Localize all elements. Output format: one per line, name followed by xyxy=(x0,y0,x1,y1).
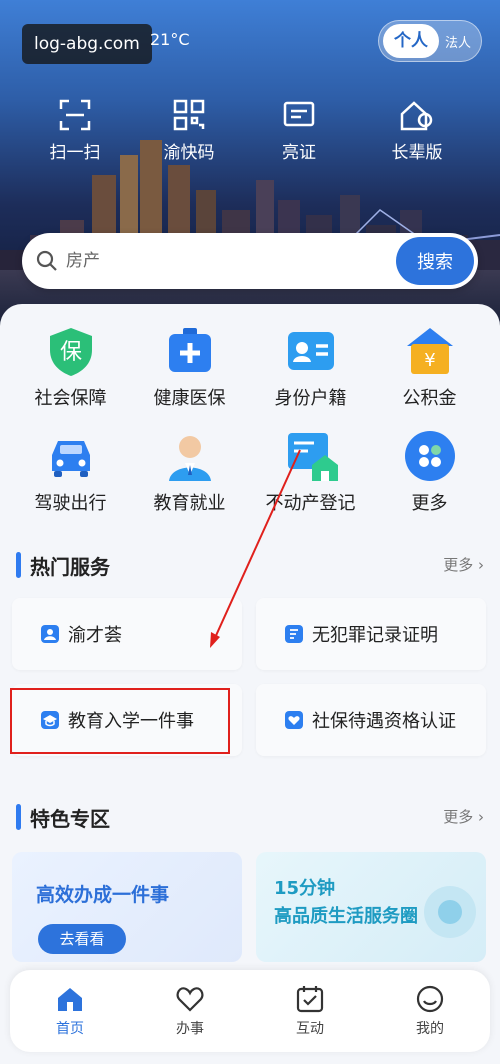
medical-insurance-icon xyxy=(168,328,211,372)
nav-home[interactable]: 首页 xyxy=(20,984,120,1038)
svg-text:保: 保 xyxy=(59,340,81,365)
qr-code-icon xyxy=(173,99,205,131)
weather-text: 21°C xyxy=(150,30,190,49)
service-medical[interactable]: 健康医保 xyxy=(127,324,252,410)
quick-action-certificate[interactable]: 亮证 xyxy=(244,98,354,163)
chevron-right-icon: › xyxy=(478,808,484,826)
featured-more-link[interactable]: 更多 › xyxy=(443,806,484,827)
search-icon xyxy=(36,250,57,271)
services-grid: 保 社会保障 健康医保 身份户籍 ¥ 公积金 驾驶出行 教育就业 不动产登记 更… xyxy=(0,324,500,534)
service-id-card[interactable]: 身份户籍 xyxy=(248,324,373,410)
service-education[interactable]: 教育就业 xyxy=(127,429,252,515)
service-label: 身份户籍 xyxy=(274,388,347,409)
more-apps-icon xyxy=(404,431,455,481)
location-pin-icon xyxy=(424,886,476,938)
featured-header: 特色专区 更多 › xyxy=(16,802,484,832)
quick-action-label: 渝快码 xyxy=(163,143,215,163)
calendar-check-icon xyxy=(296,986,324,1013)
service-label: 教育就业 xyxy=(153,493,226,514)
service-property[interactable]: 不动产登记 xyxy=(248,429,373,515)
quick-action-label: 扫一扫 xyxy=(49,143,101,163)
search-button[interactable]: 搜索 xyxy=(396,237,474,285)
svg-text:¥: ¥ xyxy=(424,350,435,371)
section-accent-bar xyxy=(16,552,21,578)
service-label: 驾驶出行 xyxy=(34,493,107,514)
heart-icon xyxy=(176,987,204,1012)
highlight-annotation xyxy=(10,688,230,754)
service-driving[interactable]: 驾驶出行 xyxy=(8,429,133,515)
nav-services[interactable]: 办事 xyxy=(140,984,240,1038)
service-label: 更多 xyxy=(411,493,448,514)
watermark: log-abg.com xyxy=(22,24,152,64)
scan-icon xyxy=(59,99,91,131)
service-label: 健康医保 xyxy=(153,388,226,409)
feature-subtitle: 高品质生活服务圈 xyxy=(274,906,418,927)
hot-service-card[interactable]: 社保待遇资格认证 xyxy=(256,684,486,756)
feature-card-15min[interactable]: 15分钟 高品质生活服务圈 xyxy=(256,852,486,962)
more-label: 更多 xyxy=(443,808,474,826)
housing-fund-icon: ¥ xyxy=(406,328,453,374)
service-more[interactable]: 更多 xyxy=(367,429,492,515)
smile-icon xyxy=(416,985,444,1013)
hot-services-more-link[interactable]: 更多 › xyxy=(443,554,484,575)
feature-card-efficient[interactable]: 高效办成一件事 去看看 xyxy=(12,852,242,962)
elder-mode-icon xyxy=(400,101,433,131)
id-card-icon xyxy=(287,332,334,370)
nav-interaction[interactable]: 互动 xyxy=(260,984,360,1038)
status-bar: log-abg.com 21°C 个人 法人 xyxy=(22,20,482,68)
social-security-icon: 保 xyxy=(49,328,92,376)
hot-service-label: 渝才荟 xyxy=(68,625,122,646)
quick-action-qr[interactable]: 渝快码 xyxy=(134,98,244,163)
service-housing-fund[interactable]: ¥ 公积金 xyxy=(367,324,492,410)
hot-service-card[interactable]: 渝才荟 xyxy=(12,598,242,670)
hot-service-card[interactable]: 无犯罪记录证明 xyxy=(256,598,486,670)
nav-label: 首页 xyxy=(56,1021,84,1037)
shield-heart-icon xyxy=(285,711,303,729)
feature-title: 15分钟 xyxy=(274,878,336,899)
service-label: 社会保障 xyxy=(34,388,107,409)
service-social-security[interactable]: 保 社会保障 xyxy=(8,324,133,410)
graduate-icon xyxy=(168,436,211,481)
section-title: 特色专区 xyxy=(30,807,110,831)
search-input[interactable] xyxy=(66,247,366,275)
nav-label: 我的 xyxy=(416,1021,444,1037)
nav-mine[interactable]: 我的 xyxy=(380,984,480,1038)
quick-action-label: 亮证 xyxy=(282,143,316,163)
home-icon xyxy=(58,988,82,1011)
section-title: 热门服务 xyxy=(30,555,110,579)
quick-action-scan[interactable]: 扫一扫 xyxy=(20,98,130,163)
feature-go-button[interactable]: 去看看 xyxy=(38,924,126,954)
service-label: 不动产登记 xyxy=(265,493,356,514)
mode-toggle[interactable]: 个人 法人 xyxy=(378,20,482,62)
quick-actions: 扫一扫 渝快码 亮证 长辈版 xyxy=(0,98,500,178)
hot-service-label: 社保待遇资格认证 xyxy=(312,711,456,732)
hot-service-label: 无犯罪记录证明 xyxy=(312,625,438,646)
hot-services-header: 热门服务 更多 › xyxy=(16,550,484,580)
car-icon xyxy=(51,441,90,477)
certificate-icon xyxy=(283,101,315,127)
nav-label: 办事 xyxy=(176,1021,204,1037)
quick-action-elder[interactable]: 长辈版 xyxy=(362,98,472,163)
mode-personal-button[interactable]: 个人 xyxy=(383,24,439,58)
chevron-right-icon: › xyxy=(478,556,484,574)
service-label: 公积金 xyxy=(402,388,457,409)
section-accent-bar xyxy=(16,804,21,830)
talent-icon xyxy=(41,625,59,643)
feature-title: 高效办成一件事 xyxy=(36,884,170,906)
mode-legal-button[interactable]: 法人 xyxy=(445,32,471,51)
bottom-nav: 首页 办事 互动 我的 xyxy=(10,970,490,1052)
more-label: 更多 xyxy=(443,556,474,574)
property-icon xyxy=(287,433,338,481)
search-bar: 搜索 xyxy=(22,233,478,289)
document-icon xyxy=(285,625,303,643)
nav-label: 互动 xyxy=(296,1021,324,1037)
quick-action-label: 长辈版 xyxy=(391,143,443,163)
